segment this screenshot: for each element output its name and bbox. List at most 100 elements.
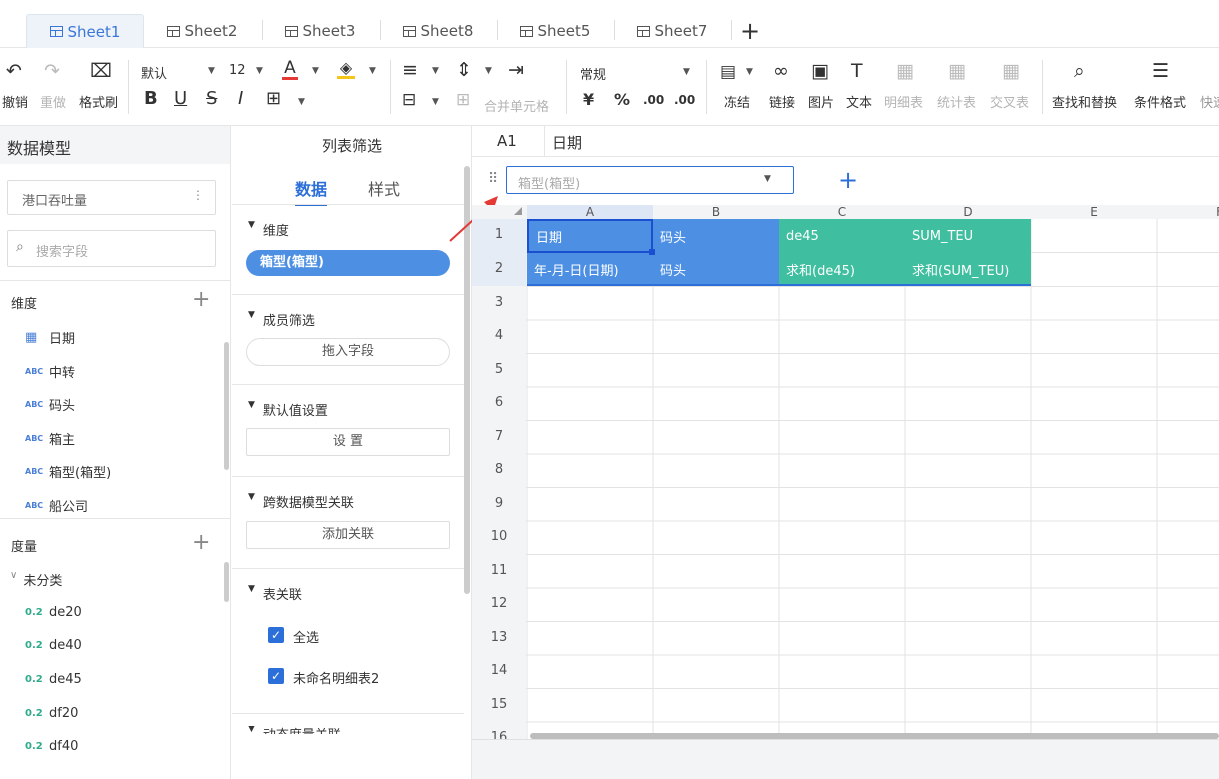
row-header-3[interactable]: 3 xyxy=(472,295,526,310)
row-header-9[interactable]: 9 xyxy=(472,496,526,511)
fast-button[interactable]: 快速 xyxy=(1200,92,1219,111)
vertical-align-dropdown-icon[interactable]: ▼ xyxy=(485,66,492,76)
border-icon[interactable]: ⊞ xyxy=(266,90,281,108)
cell-a1[interactable]: 日期 xyxy=(527,219,653,253)
row-header-6[interactable]: 6 xyxy=(472,395,526,410)
more-icon[interactable]: ⋮ xyxy=(192,188,204,202)
number-format-dropdown-icon[interactable]: ▼ xyxy=(683,67,690,77)
field-date[interactable]: ▦ 日期 xyxy=(25,328,75,347)
table-checkbox[interactable]: ✓ xyxy=(268,668,284,684)
field-transfer[interactable]: ABC 中转 xyxy=(25,362,75,381)
font-color-icon[interactable]: A xyxy=(282,60,298,80)
field-box-type[interactable]: ABC 箱型(箱型) xyxy=(25,462,111,481)
conditional-format-button[interactable]: 条件格式 xyxy=(1134,92,1186,111)
add-filter-icon[interactable]: + xyxy=(838,166,858,194)
text-button[interactable]: 文本 xyxy=(846,92,872,111)
field-de45[interactable]: 0.2 de45 xyxy=(25,672,82,687)
dimension-scrollbar[interactable] xyxy=(224,342,229,470)
cell-b1[interactable]: 码头 xyxy=(653,219,779,253)
dimension-value-pill[interactable]: 箱型(箱型) xyxy=(246,250,450,276)
row-header-1[interactable]: 1 xyxy=(472,227,526,242)
cell-d1[interactable]: SUM_TEU xyxy=(905,219,1031,253)
column-header-b[interactable]: B xyxy=(653,205,779,219)
row-header-2[interactable]: 2 xyxy=(472,261,526,276)
field-wharf[interactable]: ABC 码头 xyxy=(25,395,75,414)
format-painter-button[interactable]: 格式刷 xyxy=(79,92,118,111)
tab-sheet1[interactable]: Sheet1 xyxy=(26,14,144,48)
fill-color-icon[interactable]: ◈ xyxy=(337,60,355,79)
field-df40[interactable]: 0.2 df40 xyxy=(25,739,78,754)
align-dropdown-icon[interactable]: ▼ xyxy=(432,66,439,76)
row-header-16[interactable]: 16 xyxy=(472,730,526,739)
row-header-10[interactable]: 10 xyxy=(472,529,526,544)
vertical-align-icon[interactable]: ⇕ xyxy=(456,61,472,80)
add-dimension-icon[interactable]: + xyxy=(192,287,210,312)
table-relation-header[interactable]: ▼ 表关联 xyxy=(248,584,302,603)
cell-a2[interactable]: 年-月-日(日期) xyxy=(527,253,653,286)
align-icon[interactable]: ≡ xyxy=(402,61,418,80)
column-header-e[interactable]: E xyxy=(1031,205,1157,219)
row-header-15[interactable]: 15 xyxy=(472,697,526,712)
default-value-header[interactable]: ▼ 默认值设置 xyxy=(248,400,328,419)
increase-decimal-button[interactable]: .00 xyxy=(643,94,664,106)
cell-b2[interactable]: 码头 xyxy=(653,253,779,286)
dimension-section-header[interactable]: ▼ 维度 xyxy=(248,220,289,239)
field-shipping-company[interactable]: ABC 船公司 xyxy=(25,496,88,515)
find-replace-button[interactable]: 查找和替换 xyxy=(1052,92,1117,111)
select-all-corner-icon[interactable] xyxy=(514,207,522,215)
field-df20[interactable]: 0.2 df20 xyxy=(25,706,78,721)
underline-icon[interactable]: U xyxy=(174,90,187,108)
measure-group[interactable]: ∨ 未分类 xyxy=(10,570,62,589)
column-header-f[interactable]: F xyxy=(1157,205,1219,219)
freeze-button[interactable]: 冻结 xyxy=(724,92,750,111)
image-icon[interactable]: ▣ xyxy=(811,62,829,81)
add-sheet-button[interactable]: + xyxy=(736,14,764,48)
format-painter-icon[interactable]: ⌧ xyxy=(90,62,112,81)
percent-button[interactable]: % xyxy=(614,92,630,108)
text-icon[interactable]: T xyxy=(851,62,863,81)
undo-icon[interactable]: ↶ xyxy=(6,62,22,81)
wrap-icon[interactable]: ⊟ xyxy=(402,92,416,109)
tab-sheet5[interactable]: Sheet5 xyxy=(505,14,605,48)
add-measure-icon[interactable]: + xyxy=(192,530,210,555)
cell-reference[interactable]: A1 xyxy=(497,132,517,150)
cell-c2[interactable]: 求和(de45) xyxy=(779,253,905,286)
font-dropdown-icon[interactable]: ▼ xyxy=(208,66,215,76)
cell-c1[interactable]: de45 xyxy=(779,219,905,253)
fill-color-dropdown-icon[interactable]: ▼ xyxy=(369,66,376,76)
tab-sheet8[interactable]: Sheet8 xyxy=(388,14,488,48)
row-header-13[interactable]: 13 xyxy=(472,630,526,645)
row-header-14[interactable]: 14 xyxy=(472,663,526,678)
search-field[interactable]: ⌕ 搜索字段 xyxy=(7,230,216,267)
freeze-dropdown-icon[interactable]: ▼ xyxy=(746,67,753,77)
tab-sheet7[interactable]: Sheet7 xyxy=(622,14,722,48)
text-rotate-icon[interactable]: ⇥ xyxy=(508,61,524,80)
column-header-d[interactable]: D xyxy=(905,205,1031,219)
strikethrough-icon[interactable]: S xyxy=(206,90,217,108)
field-de20[interactable]: 0.2 de20 xyxy=(25,605,82,620)
row-header-7[interactable]: 7 xyxy=(472,429,526,444)
link-button[interactable]: 链接 xyxy=(769,92,795,111)
dataset-select[interactable]: 港口吞吐量 ⋮ xyxy=(7,180,216,215)
row-header-8[interactable]: 8 xyxy=(472,462,526,477)
undo-button[interactable]: 撤销 xyxy=(2,92,28,111)
tab-sheet3[interactable]: Sheet3 xyxy=(270,14,370,48)
font-select[interactable]: 默认 xyxy=(141,63,167,82)
filter-select[interactable]: 箱型(箱型) ▼ xyxy=(506,166,794,194)
horizontal-scrollbar[interactable] xyxy=(530,733,1219,739)
drop-field-zone[interactable]: 拖入字段 xyxy=(246,338,450,366)
drag-handle-icon[interactable]: ⠿ xyxy=(488,171,498,187)
row-header-11[interactable]: 11 xyxy=(472,563,526,578)
member-filter-header[interactable]: ▼ 成员筛选 xyxy=(248,310,315,329)
number-format-select[interactable]: 常规 xyxy=(580,64,606,83)
cross-model-header[interactable]: ▼ 跨数据模型关联 xyxy=(248,492,354,511)
tab-style[interactable]: 样式 xyxy=(368,176,400,200)
select-all-checkbox[interactable]: ✓ xyxy=(268,627,284,643)
field-box-owner[interactable]: ABC 箱主 xyxy=(25,429,75,448)
font-size-select[interactable]: 12 xyxy=(229,63,246,78)
measure-scrollbar[interactable] xyxy=(224,562,229,602)
border-dropdown-icon[interactable]: ▼ xyxy=(298,97,305,107)
tab-data[interactable]: 数据 xyxy=(295,176,328,206)
dynamic-measure-header[interactable]: ▼动态度量关联 xyxy=(248,726,341,734)
image-button[interactable]: 图片 xyxy=(808,92,834,111)
